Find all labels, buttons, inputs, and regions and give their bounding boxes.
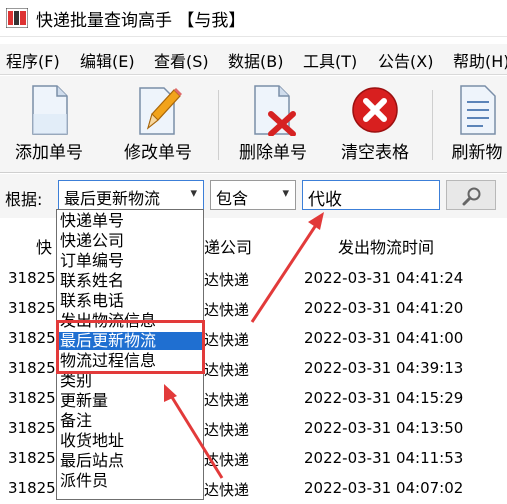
menu-bar: 程序(F) 编辑(E) 查看(S) 数据(B) 工具(T) 公告(X) 帮助(H… [0, 44, 507, 75]
menu-edit[interactable]: 编辑(E) [80, 48, 135, 72]
cell-time: 2022-03-31 04:41:20 [304, 299, 464, 317]
cell-company: 达快递 [204, 331, 250, 349]
cell-number: 31825 [8, 479, 56, 497]
menu-view[interactable]: 查看(S) [154, 48, 209, 72]
edit-number-label: 修改单号 [124, 143, 192, 163]
match-mode-value: 包含 [216, 189, 249, 208]
cell-number: 31825 [8, 449, 56, 467]
dropdown-option[interactable]: 订单编号 [57, 252, 203, 270]
menu-notice[interactable]: 公告(X) [378, 48, 433, 72]
toolbar-separator [218, 90, 219, 160]
cell-company: 达快递 [204, 301, 250, 319]
menu-help[interactable]: 帮助(H) [453, 48, 507, 72]
cell-time: 2022-03-31 04:39:13 [304, 359, 464, 377]
add-number-label: 添加单号 [15, 143, 83, 163]
cell-company: 达快递 [204, 361, 250, 379]
annotation-highlight-box [56, 320, 205, 374]
clear-table-label: 清空表格 [341, 143, 409, 163]
refresh-label: 刷新物 [451, 143, 503, 163]
search-button[interactable] [446, 180, 496, 210]
cell-time: 2022-03-31 04:07:02 [304, 479, 464, 497]
menu-program[interactable]: 程序(F) [6, 48, 60, 72]
clear-icon [352, 87, 398, 133]
dropdown-option[interactable]: 最后站点 [57, 452, 203, 470]
cell-company: 达快递 [204, 391, 250, 409]
dropdown-option[interactable]: 派件员 [57, 472, 203, 490]
menu-data[interactable]: 数据(B) [228, 48, 283, 72]
column-header-sent-time[interactable]: 发出物流时间 [338, 234, 434, 258]
chevron-down-icon: ▾ [282, 186, 289, 201]
add-document-icon [32, 85, 68, 135]
cell-number: 31825 [8, 389, 56, 407]
dropdown-option[interactable]: 更新量 [57, 392, 203, 410]
search-by-label: 根据: [5, 190, 43, 209]
cell-number: 31825 [8, 299, 56, 317]
cell-number: 31825 [8, 359, 56, 377]
cell-company: 达快递 [204, 421, 250, 439]
menu-tools[interactable]: 工具(T) [303, 48, 357, 72]
delete-number-label: 删除单号 [239, 143, 307, 163]
app-icon [6, 8, 28, 28]
add-number-button[interactable]: 添加单号 [2, 76, 96, 172]
column-header-company[interactable]: 递公司 [204, 234, 252, 258]
delete-number-button[interactable]: 删除单号 [226, 76, 320, 172]
dropdown-option[interactable]: 联系姓名 [57, 272, 203, 290]
search-keyword: 代收 [308, 190, 342, 210]
delete-document-icon [254, 85, 296, 136]
match-mode-select[interactable]: 包含 ▾ [210, 180, 296, 210]
cell-time: 2022-03-31 04:15:29 [304, 389, 464, 407]
clear-table-button[interactable]: 清空表格 [328, 76, 422, 172]
dropdown-option[interactable]: 快递公司 [57, 232, 203, 250]
cell-number: 31825 [8, 329, 56, 347]
search-input[interactable]: 代收 [302, 180, 440, 210]
edit-number-button[interactable]: 修改单号 [108, 76, 208, 172]
search-icon [462, 187, 481, 206]
search-field-value: 最后更新物流 [64, 189, 161, 208]
cell-company: 达快递 [204, 451, 250, 469]
cell-time: 2022-03-31 04:41:00 [304, 329, 464, 347]
toolbar: 添加单号 修改单号 删除单号 清空表格 刷新物 [0, 76, 507, 173]
window-title: 快递批量查询高手 【与我】 [36, 11, 246, 31]
refresh-button[interactable]: 刷新物 [442, 76, 507, 172]
cell-time: 2022-03-31 04:13:50 [304, 419, 464, 437]
dropdown-option[interactable]: 快递单号 [57, 212, 203, 230]
dropdown-option[interactable]: 收货地址 [57, 432, 203, 450]
refresh-document-icon [460, 85, 496, 135]
dropdown-option[interactable]: 备注 [57, 412, 203, 430]
cell-company: 达快递 [204, 481, 250, 499]
column-header-number[interactable]: 快 [36, 234, 52, 258]
cell-number: 31825 [8, 419, 56, 437]
cell-number: 31825 [8, 269, 56, 287]
toolbar-separator [432, 90, 433, 160]
dropdown-option[interactable]: 联系电话 [57, 292, 203, 310]
chevron-down-icon: ▾ [190, 186, 197, 201]
edit-pencil-icon [139, 87, 182, 135]
cell-company: 达快递 [204, 271, 250, 289]
title-bar: 快递批量查询高手 【与我】 [0, 0, 507, 37]
cell-time: 2022-03-31 04:11:53 [304, 449, 464, 467]
search-field-select[interactable]: 最后更新物流 ▾ [58, 180, 204, 210]
cell-time: 2022-03-31 04:41:24 [304, 269, 464, 287]
dropdown-option[interactable]: 类别 [57, 372, 203, 390]
